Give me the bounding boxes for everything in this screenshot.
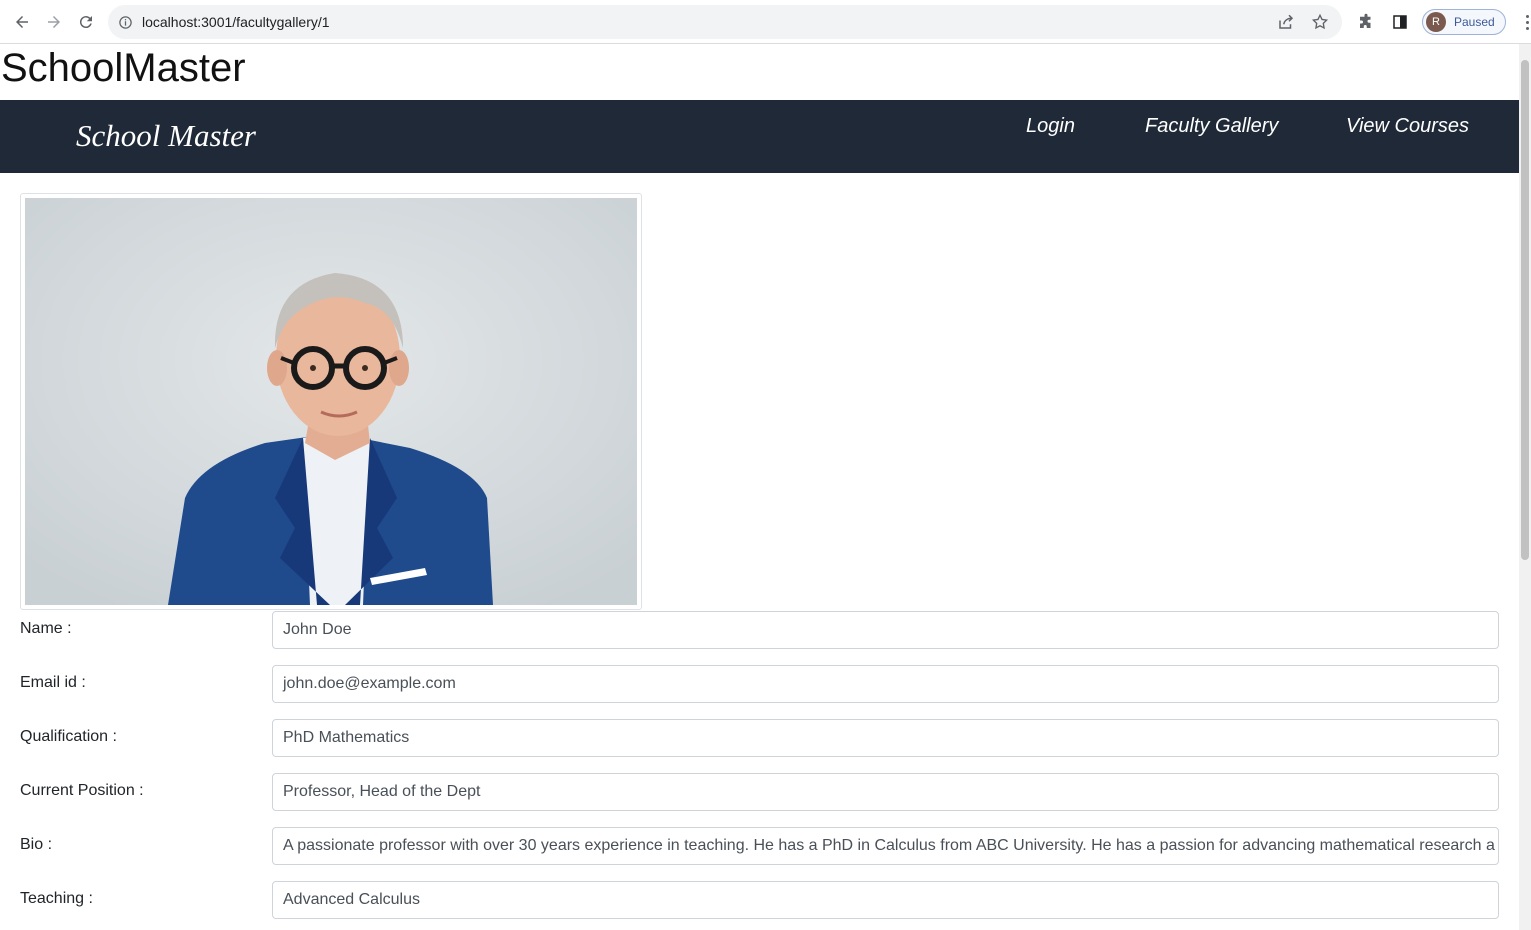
side-panel-icon[interactable] xyxy=(1384,6,1416,38)
reload-icon[interactable] xyxy=(70,6,102,38)
name-row: Name : John Doe xyxy=(20,611,1499,649)
faculty-photo-frame xyxy=(20,193,642,610)
current-position-row: Current Position : Professor, Head of th… xyxy=(20,773,1499,811)
site-info-icon[interactable] xyxy=(108,15,142,30)
back-icon[interactable] xyxy=(6,6,38,38)
page-scrollbar[interactable] xyxy=(1519,44,1531,930)
current-position-label: Current Position : xyxy=(20,782,144,799)
faculty-photo xyxy=(25,198,637,605)
extensions-icon[interactable] xyxy=(1350,6,1382,38)
current-position-field[interactable]: Professor, Head of the Dept xyxy=(272,773,1499,811)
bookmark-star-icon[interactable] xyxy=(1306,8,1334,36)
qualification-label: Qualification : xyxy=(20,728,117,745)
share-icon[interactable] xyxy=(1272,8,1300,36)
scrollbar-thumb[interactable] xyxy=(1521,60,1529,560)
name-label: Name : xyxy=(20,620,72,637)
browser-toolbar: localhost:3001/facultygallery/1 R Paused xyxy=(0,0,1531,44)
site-title: SchoolMaster xyxy=(1,46,246,90)
main-navbar: School Master Login Faculty Gallery View… xyxy=(0,100,1519,173)
teaching-row: Teaching : Advanced Calculus xyxy=(20,881,1499,919)
profile-status: Paused xyxy=(1454,15,1495,29)
teaching-label: Teaching : xyxy=(20,890,93,907)
email-label: Email id : xyxy=(20,674,86,691)
nav-login-link[interactable]: Login xyxy=(1026,115,1075,138)
profile-button[interactable]: R Paused xyxy=(1422,9,1506,35)
name-field[interactable]: John Doe xyxy=(272,611,1499,649)
bio-label: Bio : xyxy=(20,836,53,853)
qualification-row: Qualification : PhD Mathematics xyxy=(20,719,1499,757)
teaching-field[interactable]: Advanced Calculus xyxy=(272,881,1499,919)
faculty-portrait-illustration xyxy=(25,198,637,605)
bio-field[interactable]: A passionate professor with over 30 year… xyxy=(272,827,1499,865)
email-row: Email id : john.doe@example.com xyxy=(20,665,1499,703)
browser-menu-icon[interactable] xyxy=(1518,14,1531,30)
avatar: R xyxy=(1426,12,1446,32)
qualification-field[interactable]: PhD Mathematics xyxy=(272,719,1499,757)
email-field[interactable]: john.doe@example.com xyxy=(272,665,1499,703)
bio-row: Bio : A passionate professor with over 3… xyxy=(20,827,1499,865)
url-text[interactable]: localhost:3001/facultygallery/1 xyxy=(142,14,330,30)
nav-view-courses-link[interactable]: View Courses xyxy=(1346,115,1469,138)
forward-icon[interactable] xyxy=(38,6,70,38)
address-bar[interactable]: localhost:3001/facultygallery/1 xyxy=(108,5,1342,39)
navbar-brand[interactable]: School Master xyxy=(76,118,256,154)
nav-faculty-gallery-link[interactable]: Faculty Gallery xyxy=(1145,115,1278,138)
